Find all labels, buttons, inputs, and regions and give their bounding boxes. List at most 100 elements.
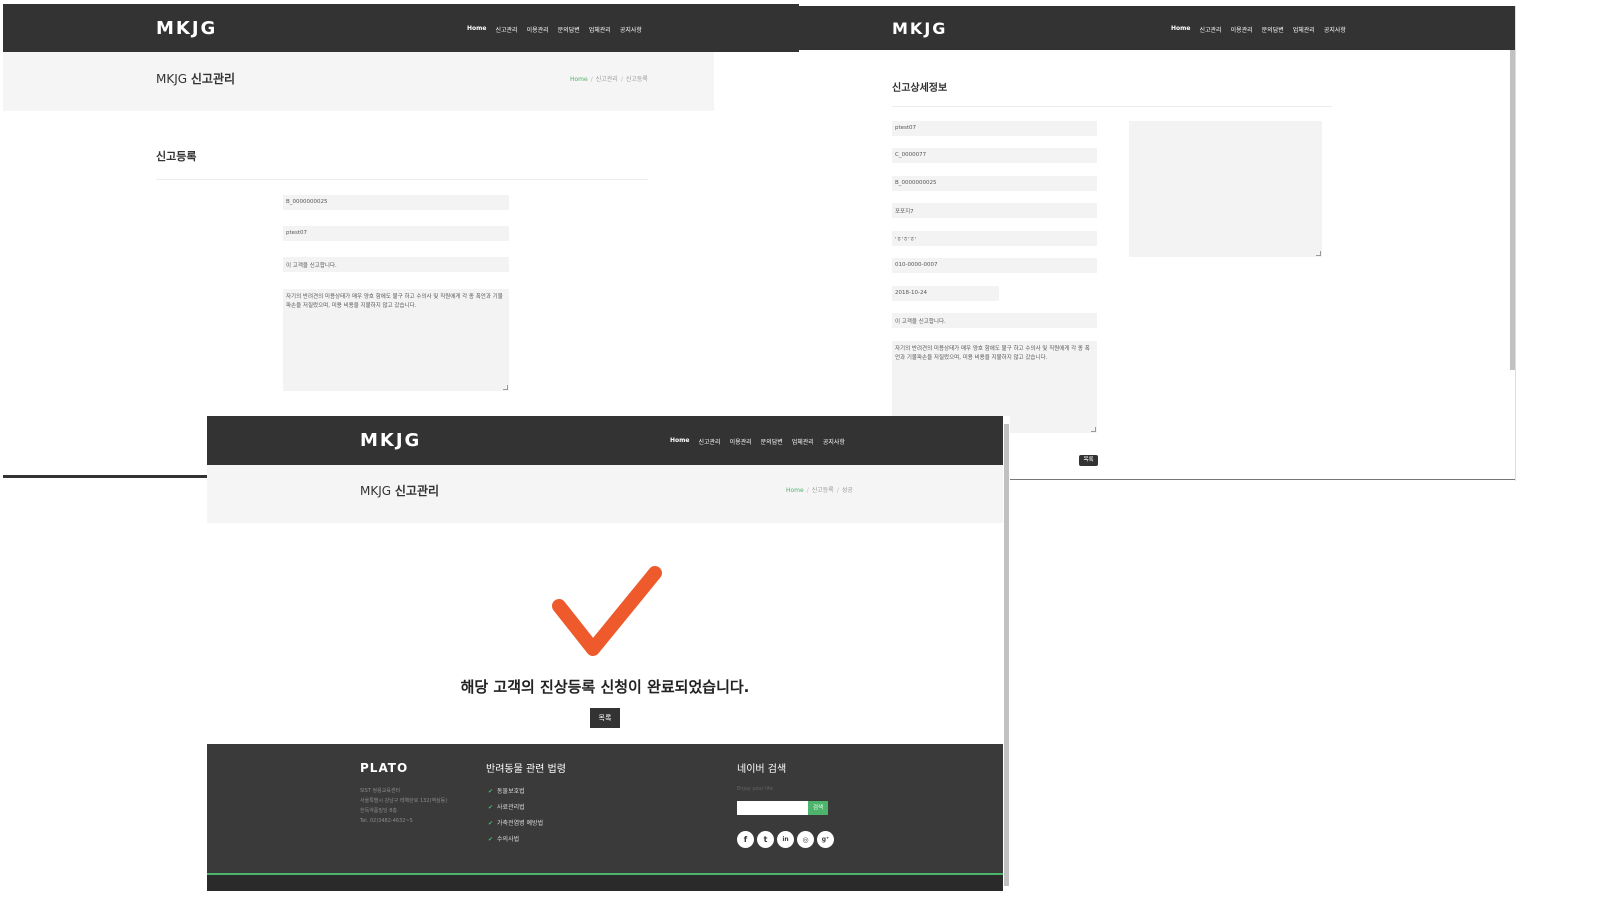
breadcrumb-report[interactable]: 신고등록 [812, 487, 834, 494]
main-nav: Home 신고관리 이용관리 문의답변 업체관리 공지사항 [467, 25, 642, 34]
success-message: 해당 고객의 진상등록 신청이 완료되었습니다. [460, 678, 750, 696]
nav-home[interactable]: Home [670, 437, 689, 446]
resize-grip-icon[interactable] [503, 385, 508, 390]
breadcrumb-home[interactable]: Home [570, 76, 588, 83]
brand-logo[interactable]: MKJG [892, 19, 947, 38]
dribbble-icon[interactable]: ◎ [797, 831, 814, 848]
image-preview-area[interactable] [1129, 121, 1322, 257]
customer-id-field[interactable]: ptest07 [283, 226, 509, 241]
nav-home[interactable]: Home [467, 25, 486, 34]
top-navbar: MKJG Home 신고관리 이용관리 문의답변 업체관리 공지사항 [3, 4, 799, 52]
address-line: 한독약품빌딩 8층 [360, 808, 397, 814]
date-field[interactable]: 2018-10-24 [892, 286, 999, 301]
footer-bottom-bar [207, 875, 1003, 891]
check-icon: ✔ [488, 820, 494, 827]
company-id-field[interactable]: C_0000077 [892, 148, 1097, 163]
check-icon: ✔ [488, 804, 494, 811]
bottom-edge [1009, 479, 1515, 480]
report-register-screenshot: MKJG Home 신고관리 이용관리 문의답변 업체관리 공지사항 MKJG … [3, 4, 799, 479]
brand-logo[interactable]: MKJG [156, 18, 217, 39]
section-title: 신고상세정보 [892, 83, 948, 94]
top-navbar: MKJG Home 신고관리 이용관리 문의답변 업체관리 공지사항 [799, 6, 1515, 50]
list-button[interactable]: 목록 [590, 708, 620, 728]
page-banner: MKJG 신고관리 Home / 신고등록 / 성공 [207, 465, 1003, 523]
nav-report[interactable]: 신고관리 [1199, 25, 1221, 34]
nav-inquiry[interactable]: 문의답변 [1262, 25, 1284, 34]
address-line: SIST 쌍용교육센터 [360, 788, 401, 794]
footer-address: SIST 쌍용교육센터 서울특별시 강남구 테헤란로 132(역삼동) 한독약품… [360, 786, 447, 826]
search-button[interactable]: 검색 [808, 801, 828, 815]
resize-grip-icon[interactable] [1316, 251, 1321, 256]
company-name-field[interactable]: 포포지7 [892, 203, 1097, 218]
board-id-field[interactable]: B_0000000025 [892, 176, 1097, 191]
address-line: Tel. 02)3482-4632~5 [360, 818, 413, 824]
facebook-icon[interactable]: f [737, 831, 754, 848]
nav-report[interactable]: 신고관리 [698, 437, 720, 446]
report-content-textarea[interactable]: 자기의 반려견의 미용상태가 매우 양호 함에도 불구 하고 수의사 및 직원에… [283, 289, 509, 391]
phone-field[interactable]: 010-0000-0007 [892, 258, 1097, 273]
google-plus-icon[interactable]: g⁺ [817, 831, 834, 848]
breadcrumb-current: 성공 [841, 487, 853, 494]
report-title-field[interactable]: 이 고객을 신고합니다. [283, 257, 509, 272]
scrollbar[interactable] [1004, 424, 1009, 886]
section-divider [892, 106, 1332, 107]
nav-inquiry[interactable]: 문의답변 [761, 437, 783, 446]
page-title-main: 신고관리 [190, 72, 236, 86]
report-detail-screenshot: MKJG Home 신고관리 이용관리 문의답변 업체관리 공지사항 신고상세정… [799, 6, 1516, 481]
report-title-field[interactable]: 이 고객을 신고합니다. [892, 313, 1097, 328]
linkedin-icon[interactable]: in [777, 831, 794, 848]
nav-inquiry[interactable]: 문의답변 [558, 25, 580, 34]
nav-report[interactable]: 신고관리 [495, 25, 517, 34]
page-title-main: 신고관리 [394, 484, 440, 498]
board-id-field[interactable]: B_0000000025 [283, 195, 509, 210]
law-link[interactable]: ✔ 동물보호법 [488, 786, 525, 795]
customer-id-field[interactable]: ptest07 [892, 121, 1097, 136]
breadcrumb-current: 신고등록 [625, 76, 648, 83]
top-navbar: MKJG Home 신고관리 이용관리 문의답변 업체관리 공지사항 [207, 416, 1003, 465]
law-label: 사료관리법 [497, 804, 525, 811]
section-divider [156, 179, 648, 180]
law-link[interactable]: ✔ 사료관리법 [488, 802, 525, 811]
section-title: 신고등록 [156, 150, 197, 163]
nav-company[interactable]: 업체관리 [792, 437, 814, 446]
law-link[interactable]: ✔ 수의사법 [488, 834, 519, 843]
page-title: MKJG 신고관리 [156, 70, 235, 87]
nav-usage[interactable]: 이용관리 [730, 437, 752, 446]
bottom-edge [3, 475, 213, 478]
nav-notice[interactable]: 공지사항 [620, 25, 642, 34]
breadcrumb: Home / 신고등록 / 성공 [786, 487, 853, 494]
resize-grip-icon[interactable] [1091, 427, 1096, 432]
page-title: MKJG 신고관리 [360, 482, 439, 499]
nav-company[interactable]: 업체관리 [589, 25, 611, 34]
breadcrumb-report[interactable]: 신고관리 [596, 76, 618, 83]
naver-search-input[interactable] [737, 801, 808, 815]
twitter-icon[interactable]: t [757, 831, 774, 848]
search-section-title: 네이버 검색 [737, 764, 787, 775]
law-label: 수의사법 [497, 836, 520, 843]
list-button[interactable]: 목록 [1079, 455, 1098, 466]
page-banner: MKJG 신고관리 Home / 신고관리 / 신고등록 [3, 52, 714, 111]
nav-usage[interactable]: 이용관리 [1231, 25, 1253, 34]
law-section-title: 반려동물 관련 법령 [486, 764, 566, 775]
scrollbar[interactable] [1510, 50, 1515, 370]
check-icon: ✔ [488, 788, 494, 795]
address-line: 서울특별시 강남구 테헤란로 132(역삼동) [360, 798, 448, 804]
check-icon: ✔ [488, 836, 494, 843]
search-tagline: Enjoy your life [737, 786, 773, 792]
law-link[interactable]: ✔ 가축전염병 예방법 [488, 818, 543, 827]
breadcrumb: Home / 신고관리 / 신고등록 [570, 76, 648, 83]
breadcrumb-home[interactable]: Home [786, 487, 804, 494]
footer-brand: PLATO [360, 761, 409, 775]
law-label: 가축전염병 예방법 [497, 820, 544, 827]
report-content-text: 자기의 반려견의 미용상태가 매우 양호 함에도 불구 하고 수의사 및 직원에… [286, 294, 503, 309]
report-success-screenshot: MKJG Home 신고관리 이용관리 문의답변 업체관리 공지사항 MKJG … [207, 416, 1010, 891]
nav-notice[interactable]: 공지사항 [1324, 25, 1346, 34]
nav-usage[interactable]: 이용관리 [527, 25, 549, 34]
nav-notice[interactable]: 공지사항 [823, 437, 845, 446]
name-field[interactable]: 'ㅎ'ㅎ'ㅎ' [892, 231, 1097, 246]
brand-logo[interactable]: MKJG [360, 430, 421, 451]
nav-home[interactable]: Home [1171, 25, 1190, 34]
footer: PLATO SIST 쌍용교육센터 서울특별시 강남구 테헤란로 132(역삼동… [207, 744, 1003, 891]
nav-company[interactable]: 업체관리 [1293, 25, 1315, 34]
page-title-prefix: MKJG [360, 484, 392, 498]
